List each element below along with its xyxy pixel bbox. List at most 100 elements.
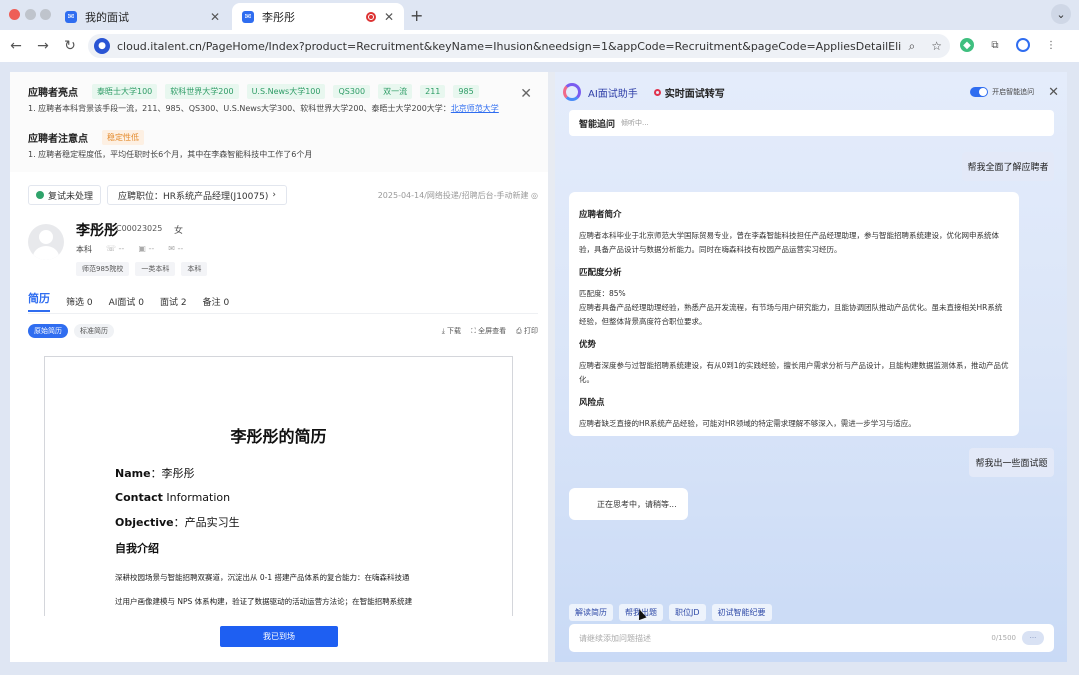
position-selector[interactable]: 应聘职位：HR系统产品经理(J10075) › [107,185,287,205]
smart-followup-bar: 智能追问 倾听中... [569,110,1054,136]
chevron-right-icon: › [272,190,276,200]
site-favicon-icon: ✉ [242,10,254,23]
address-bar[interactable]: ● cloud.italent.cn/PageHome/Index?produc… [88,34,950,58]
notes-tag: 稳定性低 [102,129,144,145]
phone-icon: ☏ [106,244,119,253]
window-maximize-button[interactable] [40,9,51,20]
quick-action-interview-summary[interactable]: 初试智能纪要 [711,604,772,621]
toggle-label: 开启智能追问 [992,88,1035,96]
answer-heading: 风险点 [579,398,605,408]
candidate-highlights: 应聘者亮点 泰晤士大学100 软科世界大学200 U.S.News大学100 Q… [10,72,548,172]
zoom-icon[interactable]: ⌕ [909,39,916,54]
status-badge[interactable]: 复试未处理 [28,185,102,205]
answer-text: 匹配度：85% 应聘者具备产品经理助理经验，熟悉产品开发流程，有节场与用户研究能… [579,289,1003,326]
puzzle-icon[interactable]: ⧉ [988,38,1002,52]
tabs-divider [28,313,538,314]
more-menu-icon[interactable]: ⋮ [1044,38,1058,52]
site-favicon-icon: ✉ [65,10,77,23]
tab-title: 我的面试 [85,10,129,24]
forward-arrow-icon[interactable]: → [32,38,54,54]
highlight-tag: 211 [420,84,446,98]
education-tag: 本科 [181,262,208,276]
browser-tab-bar: ✉ 我的面试 ✕ ✉ 李彤彤 ✕ + ⌄ [0,0,1079,30]
tab-standard-resume[interactable]: 标准简历 [74,324,114,338]
ai-assistant-panel: AI面试助手 实时面试转写 开启智能追问 ✕ 智能追问 倾听中... 帮我全面了… [555,72,1067,662]
education-tags: 师范985院校 一类本科 本科 [76,262,208,276]
tab-ai-assistant[interactable]: AI面试助手 [588,85,638,100]
wechat-field: ▣ -- [138,244,155,253]
user-message: 帮我全面了解应聘者 [962,152,1054,181]
browser-tab-my-interviews[interactable]: ✉ 我的面试 ✕ [55,3,230,30]
close-icon[interactable]: ✕ [210,10,220,24]
highlight-tag: 985 [453,84,479,98]
print-button[interactable]: ⎙ 打印 [516,326,538,336]
tab-original-resume[interactable]: 原始简历 [28,324,68,338]
notes-text: 1. 应聘者稳定程度低，平均任职时长6个月，其中在李森智能科技中工作了6个月 [28,150,313,159]
highlight-tag: 软科世界大学200 [165,83,239,99]
notes-title: 应聘者注意点 [28,133,88,145]
tab-screening[interactable]: 筛选 0 [66,295,93,312]
answer-heading: 匹配度分析 [579,268,622,278]
resume-name: Name：李彤彤 [115,467,195,480]
thinking-indicator: 正在思考中，请稍等... [569,488,688,520]
extension-icon[interactable]: ◆ [960,38,974,52]
tab-resume[interactable]: 简历 [28,290,50,312]
tab-live-transcript[interactable]: 实时面试转写 [653,85,725,100]
resume-paragraph: 过用户画像建模与 NPS 体系构建，验证了数据驱动的活动运营方法论；在智能招聘系… [115,597,413,606]
browser-toolbar: ← → ↻ ● cloud.italent.cn/PageHome/Index?… [0,30,1079,62]
school-link[interactable]: 北京师范大学 [451,104,499,113]
close-icon[interactable]: ✕ [520,86,532,102]
quick-actions: 解读简历 帮我出题 职位JD 初试智能纪要 [569,604,772,621]
job-bar: 复试未处理 应聘职位：HR系统产品经理(J10075) › 2025-04-14… [28,184,538,206]
recording-icon [365,11,376,22]
close-icon[interactable]: ✕ [384,10,394,24]
tab-title: 李彤彤 [262,10,295,24]
arrived-button[interactable]: 我已到场 [220,626,338,647]
new-tab-button[interactable]: + [410,6,423,25]
followup-label: 智能追问 [579,119,616,130]
smart-followup-toggle[interactable] [970,87,989,97]
send-button[interactable]: ··· [1022,631,1044,645]
profile-icon[interactable] [1016,38,1030,52]
education-tag: 师范985院校 [76,262,130,276]
resume-document: 李彤彤的简历 Name：李彤彤 Contact Information Obje… [44,356,513,616]
reload-icon[interactable]: ↻ [59,38,81,54]
highlight-tag: 泰晤士大学100 [92,83,158,99]
tab-notes[interactable]: 备注 0 [203,295,230,312]
tab-ai-interview[interactable]: AI面试 0 [109,295,144,312]
quick-action-job-description[interactable]: 职位JD [669,604,706,621]
quick-action-parse-resume[interactable]: 解读简历 [569,604,613,621]
highlight-tag: U.S.News大学100 [246,83,326,99]
fullscreen-button[interactable]: ⛶ 全屏查看 [471,326,506,336]
phone-field: ☏ -- [106,244,125,253]
panel-splitter[interactable] [548,72,555,662]
candidate-gender: 女 [174,226,184,236]
window-close-button[interactable] [9,9,20,20]
application-meta: 2025-04-14/网络投递/招聘后台-手动新建 ◎ [377,190,538,200]
site-info-icon[interactable]: ● [94,38,110,54]
resume-contact: Contact Information [115,491,231,504]
tab-interview[interactable]: 面试 2 [160,295,187,312]
resume-subtabs: 原始简历 标准简历 ⤓ 下载 ⛶ 全屏查看 ⎙ 打印 [28,323,538,339]
assistant-header: AI面试助手 实时面试转写 开启智能追问 ✕ [563,82,1059,102]
window-minimize-button[interactable] [25,9,36,20]
chat-input[interactable] [579,633,992,643]
close-icon[interactable]: ✕ [1048,85,1059,100]
user-message: 帮我出一些面试题 [969,448,1054,477]
download-button[interactable]: ⤓ 下载 [442,326,461,336]
resume-section-title: 自我介绍 [115,542,159,555]
record-icon [653,88,661,96]
tab-search-button[interactable]: ⌄ [1051,4,1071,24]
bookmark-star-icon[interactable]: ☆ [931,39,942,53]
answer-heading: 应聘者简介 [579,210,622,220]
resume-title: 李彤彤的简历 [230,427,327,446]
resume-paragraph: 深耕校园场景与智能招聘双赛道，沉淀出从 0-1 搭建产品体系的复合能力：在嗨森科… [115,573,410,582]
followup-status: 倾听中... [621,119,649,127]
assistant-answer: 应聘者简介 应聘者本科毕业于北京师范大学国际贸易专业，曾在李森智能科技担任产品经… [569,192,1019,436]
candidate-name: 李彤彤 [76,223,118,239]
highlight-text: 1. 应聘者本科背景该手段一流，211、985、QS300、U.S.News大学… [28,104,499,113]
back-arrow-icon[interactable]: ← [5,38,27,54]
browser-tab-candidate[interactable]: ✉ 李彤彤 ✕ [232,3,404,30]
url-text[interactable]: cloud.italent.cn/PageHome/Index?product=… [117,40,901,53]
answer-heading: 优势 [579,340,597,350]
